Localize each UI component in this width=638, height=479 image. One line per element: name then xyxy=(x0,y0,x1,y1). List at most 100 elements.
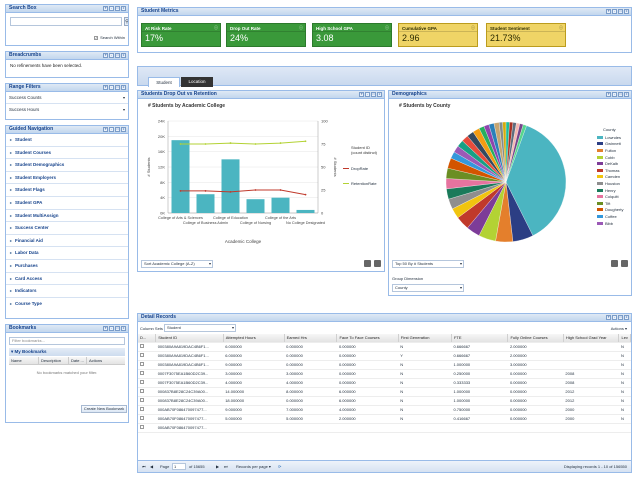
column-header[interactable]: Student ID xyxy=(155,334,224,343)
legend-item[interactable]: Bibb xyxy=(597,220,631,227)
legend-item[interactable]: Gwinnett xyxy=(597,141,631,148)
restore-icon[interactable]: □ xyxy=(115,53,120,58)
collapse-icon[interactable]: - xyxy=(109,6,114,11)
restore-icon[interactable]: □ xyxy=(618,9,623,14)
nav-item-student-flags[interactable]: Student Flags xyxy=(6,184,128,197)
export-icon[interactable] xyxy=(374,260,381,267)
nav-item-student-multiassign[interactable]: Student MultiAssign xyxy=(6,210,128,223)
column-header[interactable]: FTE xyxy=(451,334,509,343)
row-checkbox[interactable] xyxy=(140,353,144,357)
info-icon[interactable]: ⓘ xyxy=(559,25,563,31)
collapse-icon[interactable]: - xyxy=(109,53,114,58)
restore-icon[interactable]: □ xyxy=(115,6,120,11)
column-header[interactable]: Earned Hrs xyxy=(284,334,338,343)
row-checkbox[interactable] xyxy=(140,389,144,393)
close-icon[interactable]: × xyxy=(624,315,629,320)
column-header[interactable]: Face To Face Courses xyxy=(336,334,399,343)
nav-item-purchases[interactable]: Purchases xyxy=(6,260,128,273)
help-icon[interactable]: ? xyxy=(103,6,108,11)
legend-item-droprate[interactable]: DropRate xyxy=(343,165,383,171)
column-header[interactable]: D... xyxy=(138,334,157,343)
last-page-icon[interactable]: ⏭ xyxy=(224,461,228,472)
search-input[interactable] xyxy=(10,17,122,26)
my-bookmarks-header[interactable]: ▾ My Bookmarks xyxy=(9,348,125,356)
nav-item-student-employers[interactable]: Student Employers xyxy=(6,172,128,185)
nav-item-student-gpa[interactable]: Student GPA xyxy=(6,197,128,210)
export-icon[interactable] xyxy=(621,260,628,267)
column-header[interactable]: Actions xyxy=(87,357,125,364)
help-icon[interactable]: ? xyxy=(606,9,611,14)
legend-item[interactable]: Henry xyxy=(597,187,631,194)
search-within-checkbox[interactable]: ✓ xyxy=(94,35,99,40)
column-header[interactable]: Lev xyxy=(618,334,631,343)
nav-item-student[interactable]: Student xyxy=(6,134,128,147)
prev-page-icon[interactable]: ◀ xyxy=(150,461,153,472)
close-icon[interactable]: × xyxy=(121,85,126,90)
group-dimension-select[interactable]: County ▾ xyxy=(392,284,464,292)
table-row[interactable]: 0007F3075EA1B60D2C39... 3.000000 3.000000 0… xyxy=(138,369,631,379)
help-icon[interactable]: ? xyxy=(606,92,611,97)
collapse-icon[interactable]: - xyxy=(612,92,617,97)
page-input[interactable]: 1 xyxy=(172,463,186,470)
row-checkbox[interactable] xyxy=(140,407,144,411)
nav-item-financial-aid[interactable]: Financial Aid xyxy=(6,235,128,248)
legend-item[interactable]: Cobb xyxy=(597,154,631,161)
row-checkbox[interactable] xyxy=(140,425,144,429)
close-icon[interactable]: × xyxy=(624,9,629,14)
legend-item[interactable]: Houston xyxy=(597,180,631,187)
legend-item[interactable]: Coffee xyxy=(597,213,631,220)
first-page-icon[interactable]: ⏮ xyxy=(142,461,146,472)
row-checkbox[interactable] xyxy=(140,344,144,348)
close-icon[interactable]: × xyxy=(121,6,126,11)
table-row[interactable]: 0007F3075EA1B60D2C39... 4.000000 4.000000 0… xyxy=(138,378,631,388)
nav-item-labor-data[interactable]: Labor Data xyxy=(6,247,128,260)
column-header[interactable]: Attempted Hours xyxy=(223,334,285,343)
refresh-icon[interactable]: ⟳ xyxy=(278,461,281,472)
nav-item-success-center[interactable]: Success Center xyxy=(6,222,128,235)
legend-item[interactable]: Tift xyxy=(597,200,631,207)
row-checkbox[interactable] xyxy=(140,380,144,384)
collapse-icon[interactable]: - xyxy=(109,85,114,90)
chevron-down-icon[interactable]: ▾ xyxy=(123,104,125,116)
row-checkbox[interactable] xyxy=(140,362,144,366)
search-icon[interactable]: ⚲ xyxy=(124,17,128,26)
actions-menu[interactable]: Actions ▾ xyxy=(611,326,627,331)
restore-icon[interactable]: □ xyxy=(115,85,120,90)
table-row[interactable]: 000AB70F086470097477... 5.000000 5.000000 2… xyxy=(138,414,631,424)
kpi-at-risk-rate[interactable]: At Risk Rate 17% ⓘ xyxy=(141,23,221,47)
close-icon[interactable]: × xyxy=(121,326,126,331)
table-row[interactable]: 000837B8E28C24C39A00... 18.000000 0.000000… xyxy=(138,396,631,406)
row-checkbox[interactable] xyxy=(140,371,144,375)
legend-item[interactable]: Camden xyxy=(597,174,631,181)
range-filter-success-counts[interactable]: Success Counts ▾ xyxy=(6,92,128,104)
records-per-page[interactable]: Records per page ▾ xyxy=(236,461,271,472)
collapse-icon[interactable]: - xyxy=(109,127,114,132)
restore-icon[interactable]: □ xyxy=(618,315,623,320)
legend-item-retentionrate[interactable]: RetentionRate xyxy=(343,180,383,186)
collapse-icon[interactable]: - xyxy=(612,315,617,320)
legend-item[interactable]: Lowndes xyxy=(597,134,631,141)
legend-item[interactable]: Dougherty xyxy=(597,207,631,214)
table-row[interactable]: 000380A9A819DAC4B6F1... 6.000000 0.000000 0… xyxy=(138,342,631,352)
legend-item[interactable]: Colquitt xyxy=(597,193,631,200)
restore-icon[interactable]: □ xyxy=(618,92,623,97)
info-icon[interactable]: ⓘ xyxy=(385,25,389,31)
help-icon[interactable]: ? xyxy=(606,315,611,320)
close-icon[interactable]: × xyxy=(121,53,126,58)
column-header[interactable]: High School Grad Year xyxy=(563,334,620,343)
close-icon[interactable]: × xyxy=(121,127,126,132)
search-within-option[interactable]: ✓ Search Within xyxy=(94,35,125,40)
table-row[interactable]: 000837B8E28C24C39A00... 14.000000 8.000000… xyxy=(138,387,631,397)
column-header[interactable]: Date ... xyxy=(69,357,87,364)
column-header[interactable]: Description xyxy=(39,357,69,364)
close-icon[interactable]: × xyxy=(377,92,382,97)
sort-select[interactable]: Sort Academic College (A-Z) ▾ xyxy=(141,260,213,268)
table-row[interactable]: 000AB70F086470097477... 9.000000 7.000000 4… xyxy=(138,405,631,415)
help-icon[interactable]: ? xyxy=(359,92,364,97)
legend-item[interactable]: Thomas xyxy=(597,167,631,174)
table-row[interactable]: 000380A9A819DAC4B6F1... 9.000000 0.000000 0… xyxy=(138,360,631,370)
print-icon[interactable] xyxy=(611,260,618,267)
table-row[interactable]: 000380A9A819DAC4B6F1... 6.000000 0.000000 0… xyxy=(138,351,631,361)
info-icon[interactable]: ⓘ xyxy=(299,25,303,31)
top-n-select[interactable]: Top 50 By # Students ▾ xyxy=(392,260,464,268)
